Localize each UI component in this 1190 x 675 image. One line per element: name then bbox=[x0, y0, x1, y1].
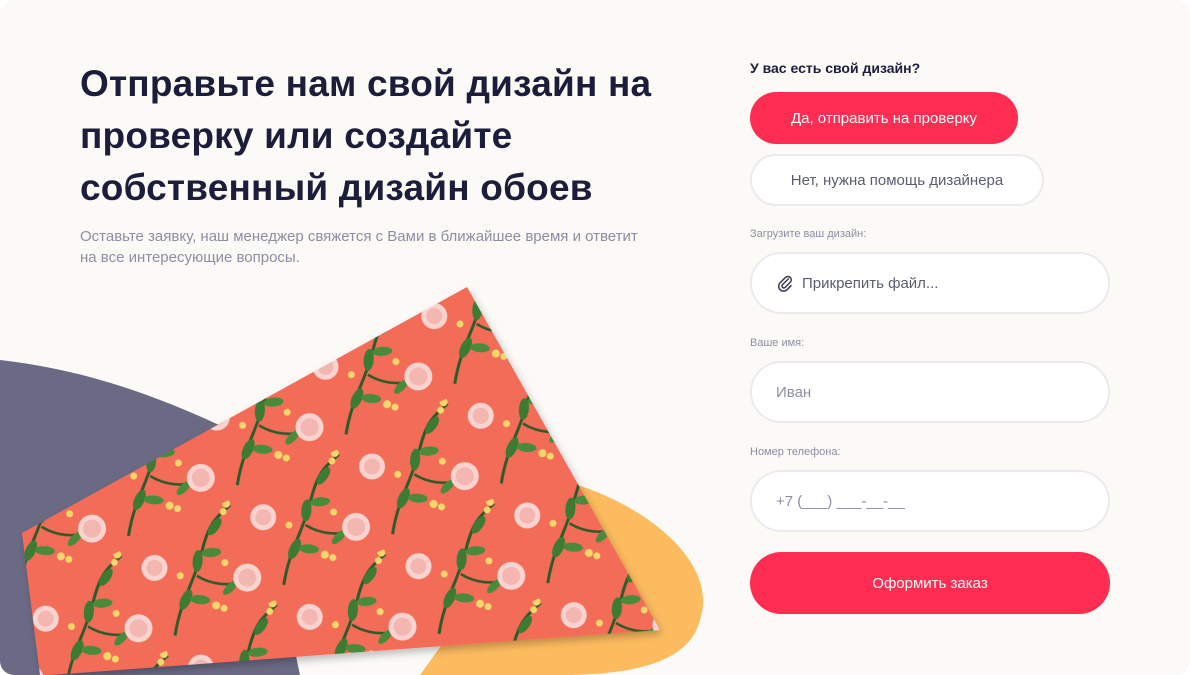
phone-input[interactable] bbox=[776, 492, 1076, 510]
phone-field-wrapper bbox=[750, 470, 1110, 532]
name-field-wrapper bbox=[750, 361, 1110, 423]
submit-order-button[interactable]: Оформить заказ bbox=[750, 552, 1110, 614]
send-for-review-button[interactable]: Да, отправить на проверку bbox=[750, 92, 1018, 144]
wallpaper-sheet bbox=[22, 287, 660, 675]
page: Отправьте нам свой дизайн на проверку ил… bbox=[0, 0, 1190, 675]
page-subtitle: Оставьте заявку, наш менеджер свяжется с… bbox=[80, 228, 638, 266]
upload-label: Загрузите ваш дизайн: bbox=[750, 228, 867, 240]
name-label: Ваше имя: bbox=[750, 337, 805, 349]
file-upload-field[interactable]: Прикрепить файл... bbox=[750, 252, 1110, 314]
page-title: Отправьте нам свой дизайн на проверку ил… bbox=[80, 63, 652, 208]
phone-label: Номер телефона: bbox=[750, 446, 841, 458]
name-input[interactable] bbox=[776, 383, 1076, 401]
need-designer-button[interactable]: Нет, нужна помощь дизайнера bbox=[750, 154, 1044, 206]
design-question: У вас есть свой дизайн? bbox=[750, 60, 921, 76]
upload-text: Прикрепить файл... bbox=[802, 274, 939, 292]
paperclip-icon bbox=[776, 274, 794, 292]
